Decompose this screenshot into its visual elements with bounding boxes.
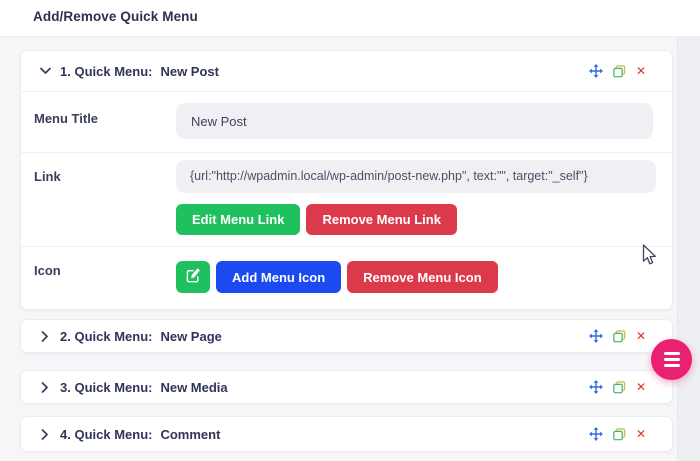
- link-value-field: {url:"http://wpadmin.local/wp-admin/post…: [176, 160, 656, 193]
- duplicate-icon[interactable]: [613, 330, 626, 343]
- menu-title-input[interactable]: [176, 103, 653, 139]
- menu-title-label: Menu Title: [21, 92, 176, 152]
- card-4-actions: ✕: [589, 427, 646, 441]
- duplicate-icon[interactable]: [613, 381, 626, 394]
- card-3-label: 3. Quick Menu:: [60, 380, 152, 395]
- add-menu-icon-button[interactable]: Add Menu Icon: [216, 261, 341, 293]
- quick-menu-card-1: 1. Quick Menu: New Post ✕ Menu Title Lin…: [20, 50, 673, 310]
- edit-pen-icon: [186, 268, 201, 286]
- page-header: Add/Remove Quick Menu: [0, 0, 700, 37]
- page-title: Add/Remove Quick Menu: [33, 9, 198, 24]
- card-1-name: New Post: [160, 64, 219, 79]
- remove-menu-icon-button[interactable]: Remove Menu Icon: [347, 261, 497, 293]
- chevron-right-icon[interactable]: [39, 331, 51, 342]
- chevron-down-icon[interactable]: [39, 67, 51, 75]
- icon-label: Icon: [21, 247, 176, 310]
- quick-menu-card-4: 4. Quick Menu: Comment ✕: [20, 416, 673, 452]
- quick-menu-settings-page: Add/Remove Quick Menu 1. Quick Menu: New…: [0, 0, 700, 461]
- link-row: Link {url:"http://wpadmin.local/wp-admin…: [21, 153, 672, 247]
- quick-menu-card-2: 2. Quick Menu: New Page ✕: [20, 319, 673, 353]
- menu-title-row: Menu Title: [21, 92, 672, 153]
- card-3-name: New Media: [160, 380, 227, 395]
- link-label: Link: [21, 153, 176, 246]
- edit-icon-button[interactable]: [176, 261, 210, 293]
- quick-menu-card-2-header[interactable]: 2. Quick Menu: New Page ✕: [21, 320, 672, 352]
- remove-menu-link-button[interactable]: Remove Menu Link: [306, 204, 456, 235]
- icon-row: Icon Add Menu Icon Remove Menu Icon: [21, 247, 672, 310]
- move-icon[interactable]: [589, 64, 603, 78]
- page-background-strip: [677, 37, 700, 461]
- card-1-label: 1. Quick Menu:: [60, 64, 152, 79]
- quick-menu-card-3: 3. Quick Menu: New Media ✕: [20, 370, 673, 404]
- quick-menu-card-4-header[interactable]: 4. Quick Menu: Comment ✕: [21, 417, 672, 451]
- delete-icon[interactable]: ✕: [636, 381, 646, 393]
- floating-menu-button[interactable]: [651, 339, 692, 380]
- quick-menu-card-1-header[interactable]: 1. Quick Menu: New Post ✕: [21, 51, 672, 92]
- delete-icon[interactable]: ✕: [636, 428, 646, 440]
- card-3-actions: ✕: [589, 380, 646, 394]
- card-1-actions: ✕: [589, 64, 646, 78]
- card-2-name: New Page: [160, 329, 221, 344]
- move-icon[interactable]: [589, 329, 603, 343]
- move-icon[interactable]: [589, 380, 603, 394]
- card-4-name: Comment: [160, 427, 220, 442]
- delete-icon[interactable]: ✕: [636, 330, 646, 342]
- quick-menu-card-3-header[interactable]: 3. Quick Menu: New Media ✕: [21, 371, 672, 403]
- delete-icon[interactable]: ✕: [636, 65, 646, 77]
- move-icon[interactable]: [589, 427, 603, 441]
- duplicate-icon[interactable]: [613, 65, 626, 78]
- chevron-right-icon[interactable]: [39, 382, 51, 393]
- edit-menu-link-button[interactable]: Edit Menu Link: [176, 204, 300, 235]
- chevron-right-icon[interactable]: [39, 429, 51, 440]
- card-4-label: 4. Quick Menu:: [60, 427, 152, 442]
- card-2-label: 2. Quick Menu:: [60, 329, 152, 344]
- card-2-actions: ✕: [589, 329, 646, 343]
- duplicate-icon[interactable]: [613, 428, 626, 441]
